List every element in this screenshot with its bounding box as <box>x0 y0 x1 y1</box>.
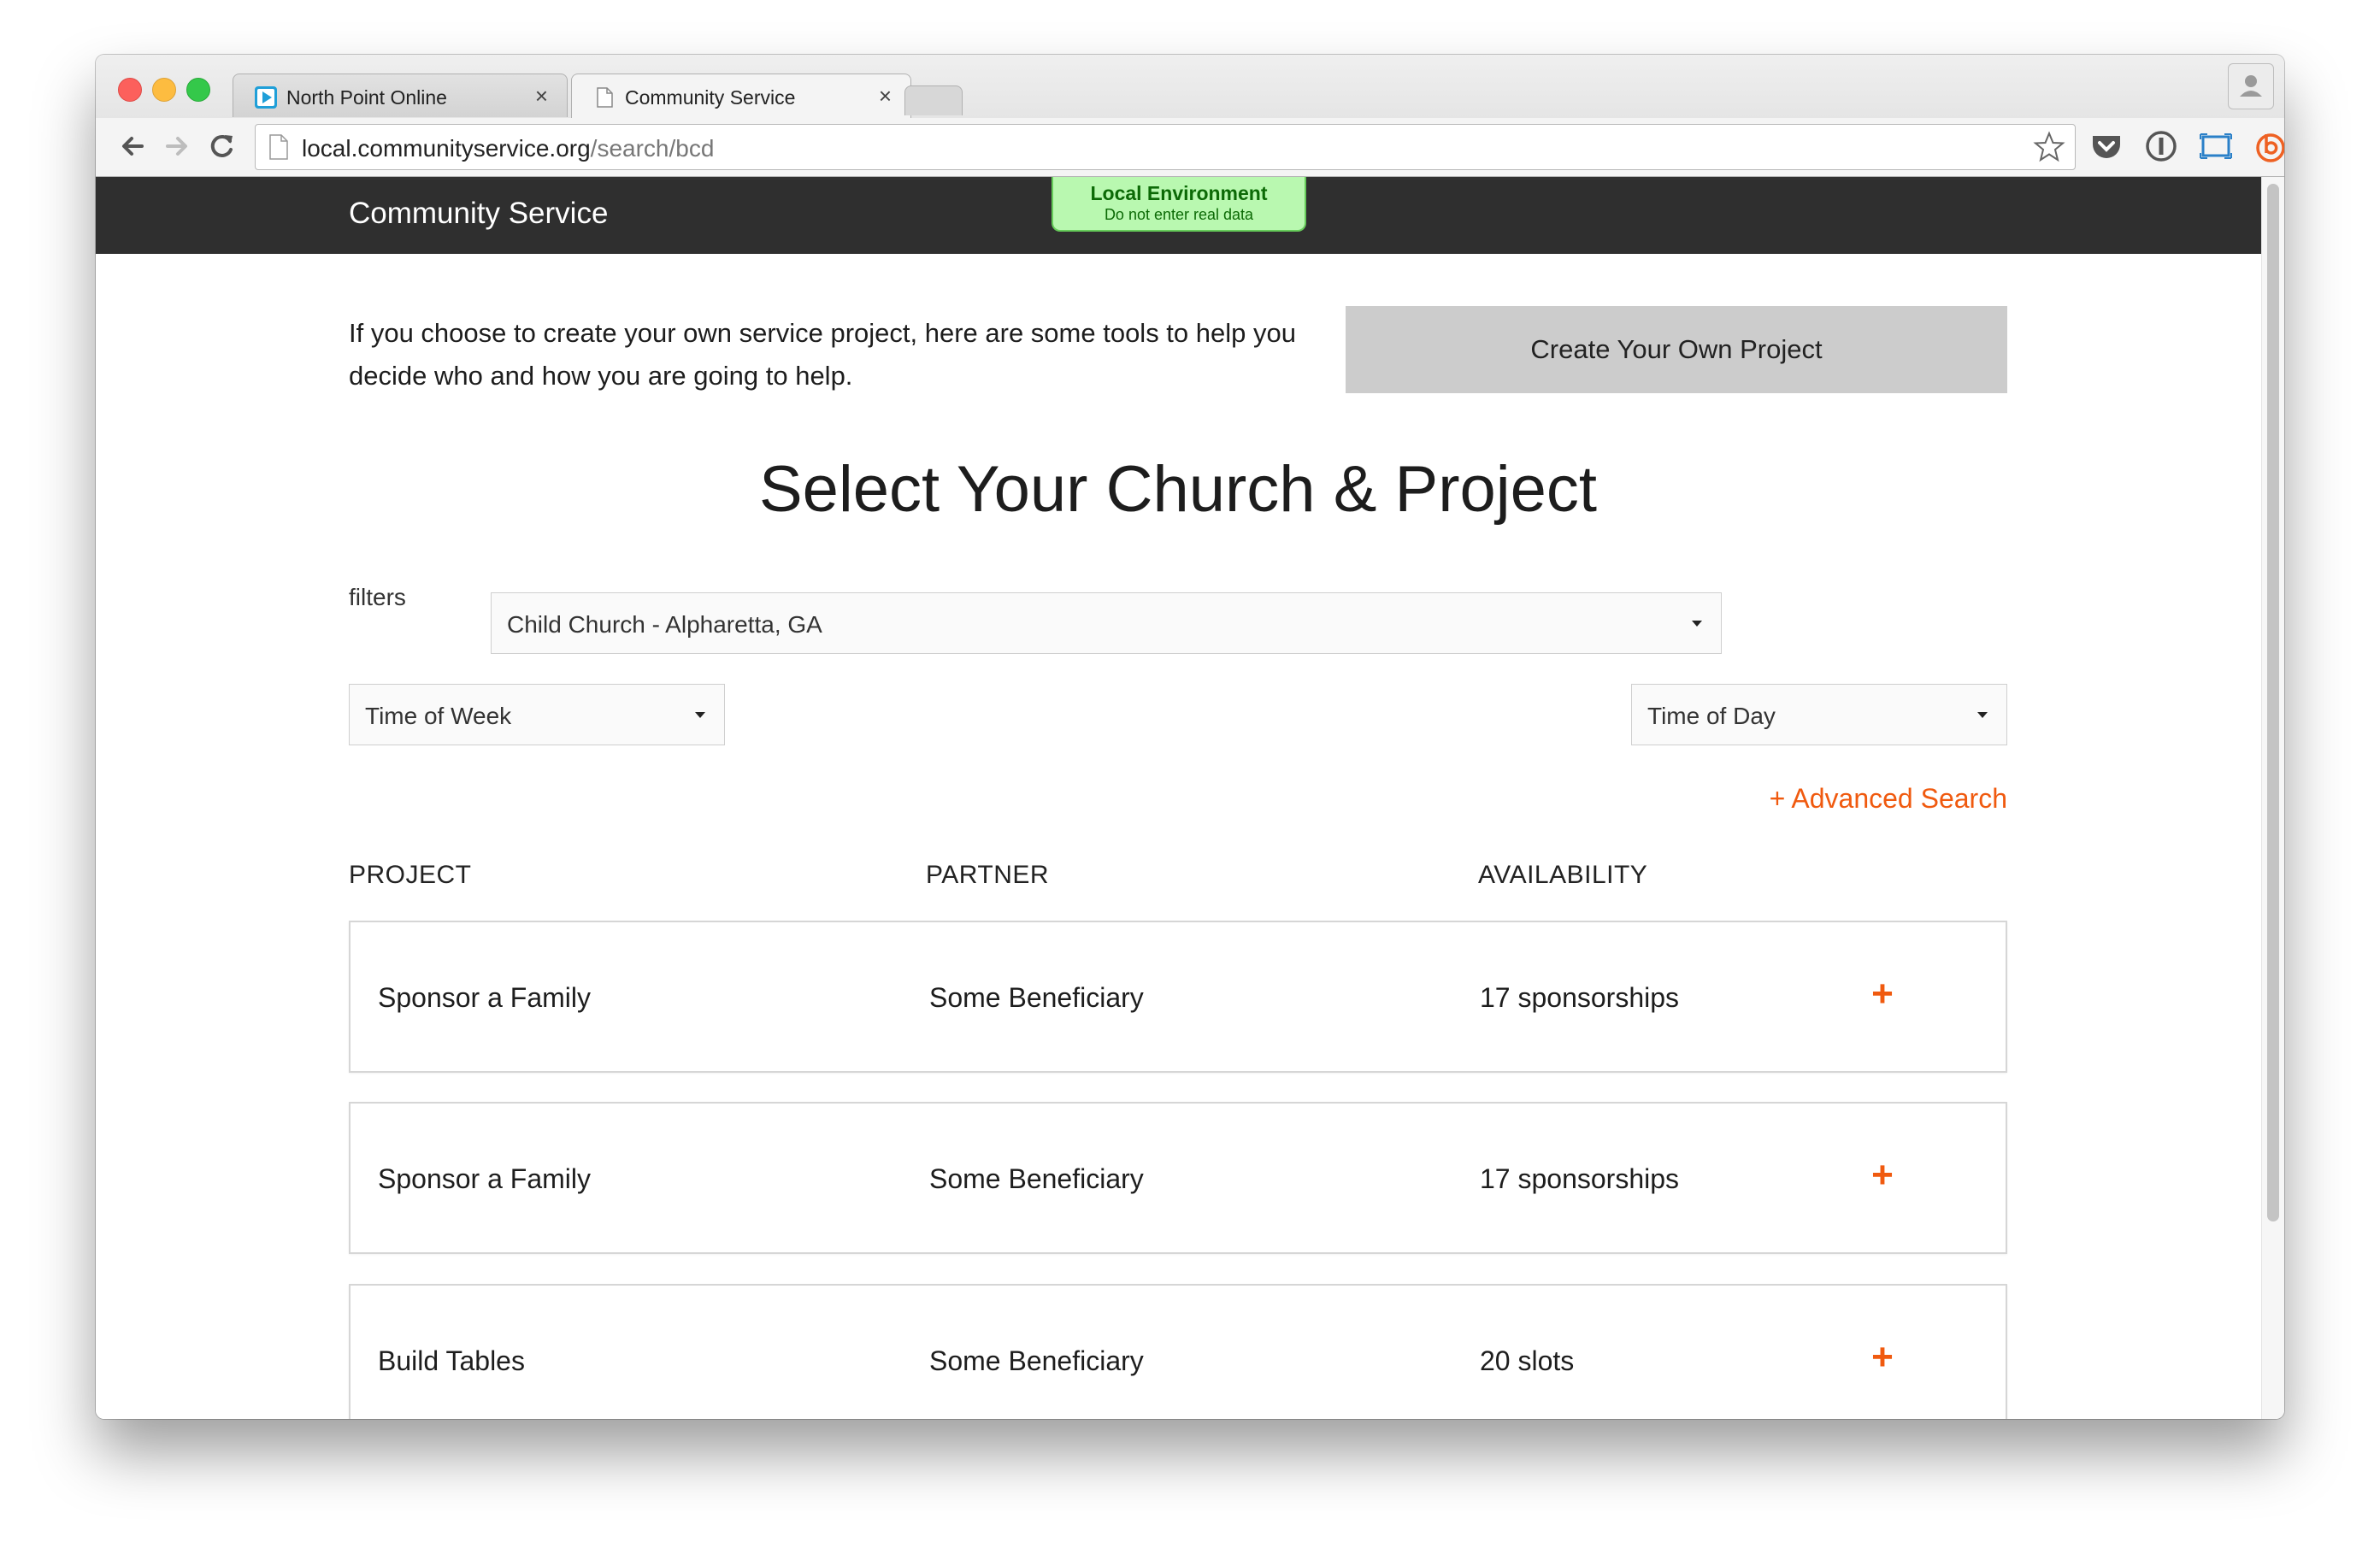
project-name: Sponsor a Family <box>378 982 591 1013</box>
partner-name: Some Beneficiary <box>929 1345 1144 1376</box>
create-own-project-button[interactable]: Create Your Own Project <box>1346 306 2007 393</box>
browser-window: North Point Online × Community Service × <box>96 55 2284 1419</box>
environment-badge-subtitle: Do not enter real data <box>1104 206 1254 223</box>
reload-icon[interactable] <box>202 127 241 166</box>
church-select-value: Child Church - Alpharetta, GA <box>507 611 822 638</box>
column-header-availability: AVAILABILITY <box>1478 861 1648 889</box>
play-icon <box>255 86 277 109</box>
site-brand[interactable]: Community Service <box>349 197 608 231</box>
church-select[interactable]: Child Church - Alpharetta, GA <box>491 592 1722 654</box>
caret-down-icon <box>1692 621 1702 627</box>
bitly-icon[interactable] <box>2252 127 2284 165</box>
minimize-window-button[interactable] <box>152 78 176 102</box>
column-header-project: PROJECT <box>349 861 472 889</box>
environment-badge-title: Local Environment <box>1090 182 1268 204</box>
person-icon <box>2240 75 2262 97</box>
time-of-week-value: Time of Week <box>365 703 512 729</box>
screenshot-icon[interactable] <box>2197 127 2235 165</box>
availability: 17 sponsorships <box>1480 982 1680 1013</box>
scrollbar-thumb[interactable] <box>2267 184 2279 1221</box>
pocket-icon[interactable] <box>2088 127 2125 165</box>
bookmark-star-icon[interactable] <box>2032 130 2066 164</box>
page-title: Select Your Church & Project <box>758 453 1598 526</box>
browser-toolbar: local.communityservice.org/search/bcd <box>96 118 2284 176</box>
password-manager-icon[interactable] <box>2142 127 2180 165</box>
time-of-day-select[interactable]: Time of Day <box>1631 684 2007 745</box>
tab-community-service[interactable]: Community Service × <box>571 74 911 119</box>
time-of-week-select[interactable]: Time of Week <box>349 684 725 745</box>
availability: 17 sponsorships <box>1480 1163 1680 1194</box>
project-row[interactable]: Sponsor a Family Some Beneficiary 17 spo… <box>349 921 2007 1073</box>
page-icon <box>269 134 288 160</box>
caret-down-icon <box>1977 712 1988 718</box>
project-name: Build Tables <box>378 1345 525 1376</box>
browser-chrome: North Point Online × Community Service × <box>96 55 2284 177</box>
url-text: local.communityservice.org/search/bcd <box>302 135 714 162</box>
expand-plus-icon[interactable]: + <box>1864 974 1901 1015</box>
project-row[interactable]: Build Tables Some Beneficiary 20 slots + <box>349 1284 2007 1419</box>
project-name: Sponsor a Family <box>378 1163 591 1194</box>
column-header-partner: PARTNER <box>926 861 1050 889</box>
environment-badge: Local Environment Do not enter real data <box>1052 177 1306 232</box>
tab-title: Community Service <box>625 86 796 109</box>
tab-close-icon[interactable]: × <box>535 83 548 109</box>
availability: 20 slots <box>1480 1345 1575 1376</box>
address-bar[interactable]: local.communityservice.org/search/bcd <box>255 124 2076 170</box>
expand-plus-icon[interactable]: + <box>1864 1337 1901 1378</box>
close-window-button[interactable] <box>118 78 142 102</box>
time-of-day-value: Time of Day <box>1647 703 1776 729</box>
profile-button[interactable] <box>2228 63 2274 109</box>
intro-text: If you choose to create your own service… <box>349 318 1296 391</box>
partner-name: Some Beneficiary <box>929 982 1144 1013</box>
url-path: /search/bcd <box>590 135 715 162</box>
tab-close-icon[interactable]: × <box>879 83 892 109</box>
page-viewport: Community Service Local Environment Do n… <box>96 177 2262 1419</box>
back-arrow-icon[interactable] <box>113 127 152 166</box>
caret-down-icon <box>695 712 705 718</box>
forward-arrow-icon[interactable] <box>157 127 197 166</box>
vertical-scrollbar[interactable] <box>2261 177 2284 1419</box>
new-tab-button[interactable] <box>904 85 963 115</box>
url-host: local.communityservice.org <box>302 135 591 162</box>
advanced-search-link[interactable]: + Advanced Search <box>1764 783 2007 815</box>
filters-label: filters <box>349 584 406 610</box>
zoom-window-button[interactable] <box>186 78 210 102</box>
tab-title: North Point Online <box>286 86 447 109</box>
partner-name: Some Beneficiary <box>929 1163 1144 1194</box>
tab-north-point-online[interactable]: North Point Online × <box>233 74 568 117</box>
site-header: Community Service Local Environment Do n… <box>96 177 2262 254</box>
expand-plus-icon[interactable]: + <box>1864 1155 1901 1196</box>
document-icon <box>597 87 613 108</box>
project-row[interactable]: Sponsor a Family Some Beneficiary 17 spo… <box>349 1102 2007 1254</box>
